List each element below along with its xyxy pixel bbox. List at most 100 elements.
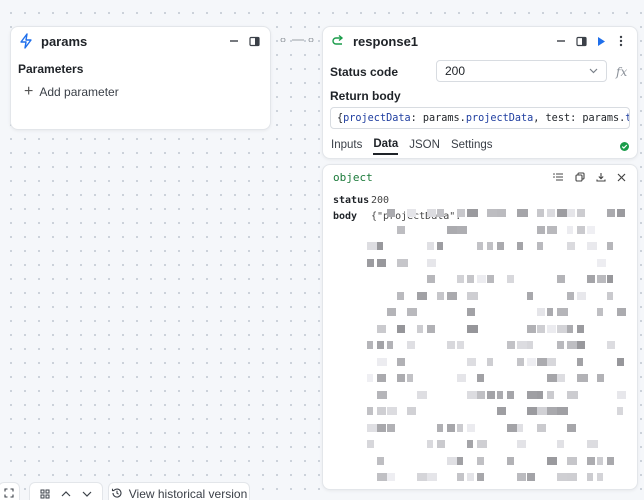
data-result-panel: object status 200 body {"projectData": [322, 164, 638, 490]
redacted-pixel [587, 242, 597, 250]
redacted-pixel [537, 225, 545, 234]
redacted-content [367, 209, 633, 489]
redacted-pixel [377, 423, 386, 432]
parameters-heading: Parameters [18, 62, 84, 76]
redacted-pixel [387, 308, 396, 316]
redacted-pixel [457, 341, 464, 349]
kv-value: 200 [371, 194, 390, 206]
tab-inputs[interactable]: Inputs [331, 139, 362, 154]
redacted-pixel [457, 209, 465, 217]
minimize-icon[interactable] [551, 31, 571, 51]
redacted-pixel [377, 324, 386, 333]
redacted-pixel [447, 291, 457, 300]
redacted-pixel [527, 390, 537, 399]
redacted-pixel [477, 440, 487, 448]
return-body-row: Return body [323, 89, 408, 103]
chevron-down-icon[interactable] [77, 484, 97, 500]
redacted-pixel [547, 209, 555, 217]
plus-icon: + [24, 83, 34, 100]
params-node-header: params [11, 28, 270, 54]
redacted-pixel [467, 440, 473, 448]
redacted-pixel [577, 374, 588, 382]
redacted-pixel [577, 341, 585, 349]
tab-data[interactable]: Data [373, 138, 399, 155]
redacted-pixel [517, 341, 527, 349]
redacted-pixel [567, 390, 578, 399]
redacted-pixel [457, 275, 464, 283]
status-code-select[interactable]: 200 [436, 60, 607, 82]
redacted-pixel [557, 440, 564, 448]
redacted-pixel [557, 324, 567, 333]
redacted-pixel [567, 341, 577, 349]
redacted-pixel [377, 258, 386, 267]
redacted-pixel [547, 308, 553, 316]
redacted-pixel [547, 357, 556, 366]
fit-view-button[interactable] [0, 482, 20, 500]
response-tabs: Inputs Data JSON Settings [323, 135, 637, 157]
redacted-pixel [547, 390, 554, 399]
response-node[interactable]: response1 Status code 200 fx Return body… [322, 26, 638, 159]
grid-icon[interactable] [35, 484, 55, 500]
tab-settings[interactable]: Settings [451, 139, 493, 154]
redacted-pixel [547, 324, 556, 333]
redacted-pixel [617, 407, 623, 415]
data-result-actions [549, 168, 631, 187]
redacted-pixel [487, 390, 495, 399]
redacted-pixel [457, 473, 464, 481]
copy-icon[interactable] [570, 168, 589, 187]
redacted-pixel [377, 390, 387, 399]
redacted-pixel [607, 275, 613, 283]
redacted-pixel [397, 324, 405, 333]
redacted-pixel [567, 291, 574, 300]
play-icon[interactable] [591, 31, 611, 51]
more-icon[interactable] [611, 31, 631, 51]
download-icon[interactable] [591, 168, 610, 187]
return-body-input[interactable]: { projectData : params. projectData , te… [330, 107, 630, 129]
redacted-pixel [427, 275, 435, 283]
minimize-icon[interactable] [224, 31, 244, 51]
node-connector [280, 38, 314, 42]
redacted-pixel [557, 341, 564, 349]
redacted-pixel [457, 423, 463, 432]
redacted-pixel [547, 407, 557, 415]
return-arrow-icon [329, 32, 347, 50]
code-separator: , test: params. [533, 112, 626, 124]
list-view-icon[interactable] [549, 168, 568, 187]
redacted-pixel [567, 225, 573, 234]
code-value-test: test [625, 113, 629, 124]
redacted-pixel [607, 209, 615, 217]
fx-toggle[interactable]: fx [616, 65, 627, 79]
redacted-pixel [567, 473, 577, 481]
close-icon[interactable] [612, 168, 631, 187]
redacted-pixel [467, 423, 475, 432]
redacted-pixel [517, 209, 528, 217]
add-parameter-button[interactable]: + Add parameter [24, 84, 270, 100]
redacted-pixel [467, 357, 476, 366]
redacted-pixel [457, 456, 463, 465]
redacted-pixel [467, 308, 475, 316]
panel-icon[interactable] [244, 31, 264, 51]
redacted-pixel [557, 407, 568, 415]
redacted-pixel [567, 242, 575, 250]
redacted-pixel [427, 209, 436, 217]
redacted-pixel [367, 374, 373, 382]
redacted-pixel [507, 390, 514, 399]
redacted-pixel [487, 357, 493, 366]
redacted-pixel [507, 341, 515, 349]
response-node-title: response1 [353, 33, 419, 49]
view-historical-version-button[interactable]: View historical version [108, 482, 250, 500]
tab-json[interactable]: JSON [409, 139, 440, 154]
object-type-label: object [333, 170, 373, 184]
redacted-pixel [447, 225, 457, 234]
params-node[interactable]: params Parameters + Add parameter [10, 26, 271, 130]
redacted-pixel [487, 275, 494, 283]
expand-icon [4, 487, 14, 500]
kv-row-status: status 200 [323, 192, 637, 208]
redacted-pixel [367, 407, 373, 415]
panel-icon[interactable] [571, 31, 591, 51]
redacted-pixel [537, 324, 545, 333]
redacted-pixel [517, 440, 526, 448]
redacted-pixel [527, 407, 537, 415]
chevron-up-icon[interactable] [56, 484, 76, 500]
redacted-pixel [517, 473, 526, 481]
